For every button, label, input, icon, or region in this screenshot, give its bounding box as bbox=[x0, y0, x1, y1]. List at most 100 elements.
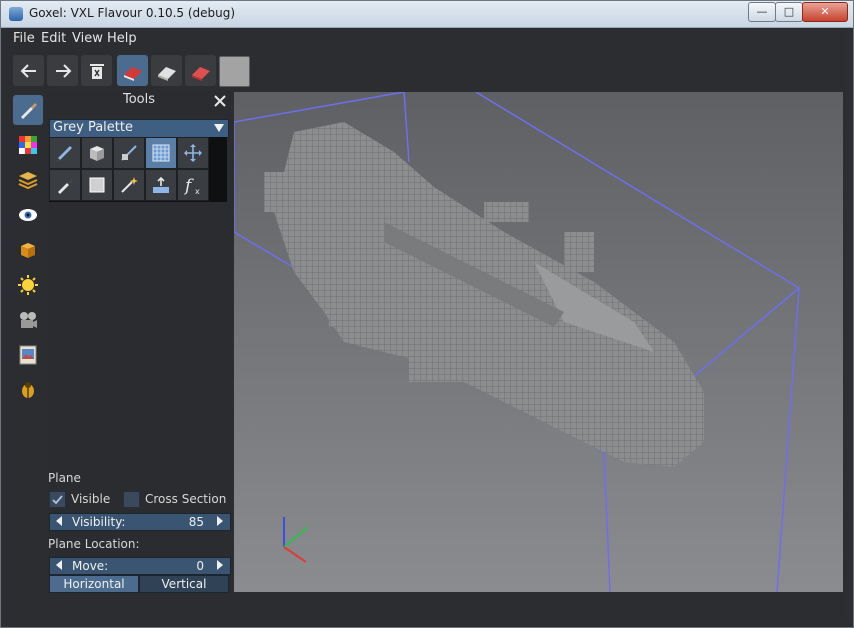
chevron-down-icon bbox=[214, 124, 224, 132]
decrement-arrow-icon[interactable] bbox=[56, 516, 62, 526]
sidebar-image[interactable] bbox=[13, 340, 43, 370]
orientation-segmented: Horizontal Vertical bbox=[49, 575, 229, 593]
goxel-app-icon bbox=[9, 7, 23, 21]
close-window-button[interactable]: ✕ bbox=[802, 2, 848, 22]
sidebar-light[interactable] bbox=[13, 270, 43, 300]
sidebar-debug[interactable] bbox=[13, 375, 43, 405]
plane-heading: Plane bbox=[48, 471, 81, 485]
sidebar-palette[interactable] bbox=[13, 130, 43, 160]
cube-icon bbox=[21, 243, 35, 258]
layers-icon bbox=[18, 172, 38, 190]
mode-add-button[interactable] bbox=[117, 55, 148, 86]
decrement-arrow-icon[interactable] bbox=[56, 560, 62, 570]
vertical-button[interactable]: Vertical bbox=[139, 575, 229, 593]
sidebar-materials[interactable] bbox=[13, 235, 43, 265]
tool-grid: fx bbox=[49, 137, 227, 202]
svg-text:f: f bbox=[183, 176, 194, 196]
tool-move[interactable] bbox=[177, 137, 209, 169]
selection-grid-icon bbox=[152, 144, 170, 162]
cross-section-checkbox[interactable] bbox=[123, 491, 140, 508]
sidebar bbox=[8, 90, 46, 610]
move-label: Move: bbox=[72, 559, 109, 573]
panel-title: Tools bbox=[122, 92, 156, 107]
color-swatch[interactable] bbox=[219, 56, 250, 87]
move-icon bbox=[184, 144, 202, 162]
line-tool-icon bbox=[121, 145, 137, 161]
undo-arrow-icon bbox=[20, 63, 36, 78]
undo-button[interactable] bbox=[13, 55, 44, 86]
cube-tool-icon bbox=[90, 146, 104, 161]
tool-rect-select[interactable] bbox=[81, 169, 113, 201]
cross-section-label: Cross Section bbox=[145, 492, 227, 506]
window-title: Goxel: VXL Flavour 0.10.5 (debug) bbox=[29, 6, 236, 20]
move-slider[interactable]: Move: 0 bbox=[49, 557, 231, 575]
sidebar-tools[interactable] bbox=[13, 95, 43, 125]
visible-label: Visible bbox=[71, 492, 111, 506]
visibility-label: Visibility: bbox=[72, 515, 126, 529]
palette-icon bbox=[19, 136, 37, 154]
sidebar-layers[interactable] bbox=[13, 165, 43, 195]
minimize-button[interactable]: — bbox=[748, 2, 776, 22]
app-client: File Edit View Help Tools Grey Palette f… bbox=[8, 28, 846, 620]
checkmark-icon bbox=[52, 495, 63, 505]
status-strip bbox=[8, 593, 846, 620]
tool-brush[interactable] bbox=[49, 137, 81, 169]
move-value: 0 bbox=[196, 559, 204, 573]
mode-subtract-button[interactable] bbox=[151, 55, 182, 86]
sidebar-camera[interactable] bbox=[13, 305, 43, 335]
palette-select-value: Grey Palette bbox=[53, 120, 133, 135]
rect-selection-icon bbox=[89, 177, 105, 193]
palette-select[interactable]: Grey Palette bbox=[49, 119, 229, 138]
axis-gizmo bbox=[283, 517, 309, 563]
plane-location-heading: Plane Location: bbox=[48, 537, 140, 551]
tool-extrude[interactable] bbox=[145, 169, 177, 201]
menu-help[interactable]: Help bbox=[107, 31, 137, 46]
close-icon bbox=[214, 95, 226, 107]
increment-arrow-icon[interactable] bbox=[217, 560, 223, 570]
redo-arrow-icon bbox=[55, 63, 71, 78]
color-picker-icon bbox=[58, 179, 73, 194]
svg-text:x: x bbox=[195, 187, 200, 196]
image-icon bbox=[19, 345, 37, 365]
eye-icon bbox=[19, 209, 37, 221]
tool-magic-wand[interactable] bbox=[113, 169, 145, 201]
sidebar-view[interactable] bbox=[13, 200, 43, 230]
tool-procedural[interactable]: fx bbox=[177, 169, 209, 201]
pencil-icon bbox=[57, 146, 72, 161]
visibility-value: 85 bbox=[188, 515, 204, 529]
menu-bar: File Edit View Help bbox=[8, 28, 846, 50]
menu-edit[interactable]: Edit bbox=[41, 31, 66, 46]
visibility-slider[interactable]: Visibility: 85 bbox=[49, 513, 231, 531]
eraser-red-icon bbox=[123, 66, 142, 81]
tool-line[interactable] bbox=[113, 137, 145, 169]
eraser-red-flat-icon bbox=[191, 66, 210, 81]
toolbar bbox=[8, 54, 846, 90]
eraser-white-icon bbox=[157, 66, 176, 81]
sun-icon bbox=[18, 275, 38, 295]
panel-close-button[interactable] bbox=[213, 93, 227, 107]
3d-viewport[interactable] bbox=[234, 92, 843, 592]
maximize-button[interactable]: □ bbox=[775, 2, 803, 22]
trash-icon bbox=[89, 63, 104, 79]
tools-panel: Tools Grey Palette f x Plane Visible Cro… bbox=[47, 90, 231, 602]
menu-view[interactable]: View bbox=[72, 31, 103, 46]
title-bar: Goxel: VXL Flavour 0.10.5 (debug) — □ ✕ bbox=[1, 1, 853, 28]
redo-button[interactable] bbox=[47, 55, 78, 86]
procedural-fx-icon: fx bbox=[183, 176, 200, 196]
mode-paint-button[interactable] bbox=[185, 55, 216, 86]
visible-checkbox[interactable] bbox=[49, 491, 66, 508]
tool-selection[interactable] bbox=[145, 137, 177, 169]
bug-icon bbox=[22, 382, 34, 398]
menu-file[interactable]: File bbox=[13, 31, 35, 46]
delete-button[interactable] bbox=[81, 55, 112, 86]
tool-shape[interactable] bbox=[81, 137, 113, 169]
voxel-scene bbox=[234, 92, 800, 592]
voxel-spaceship bbox=[264, 122, 704, 467]
camera-icon bbox=[20, 312, 37, 328]
app-window: Goxel: VXL Flavour 0.10.5 (debug) — □ ✕ … bbox=[0, 0, 854, 628]
tool-color-picker[interactable] bbox=[49, 169, 81, 201]
horizontal-button[interactable]: Horizontal bbox=[49, 575, 139, 593]
increment-arrow-icon[interactable] bbox=[217, 516, 223, 526]
magic-wand-icon bbox=[121, 177, 138, 193]
brush-icon bbox=[21, 103, 37, 119]
